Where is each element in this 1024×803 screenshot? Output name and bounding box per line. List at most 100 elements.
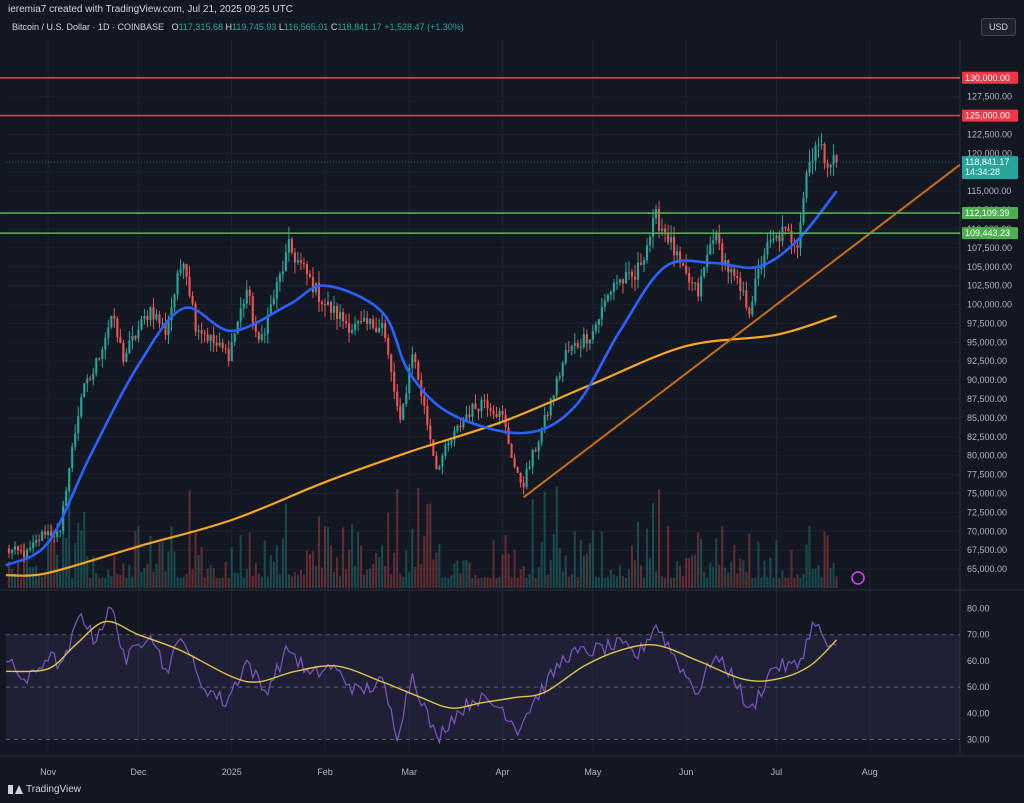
volume-bar — [215, 577, 218, 588]
candle-body — [630, 271, 634, 277]
volume-bar — [784, 577, 787, 588]
volume-bar — [763, 560, 766, 588]
volume-bar — [248, 532, 251, 588]
candle-body — [384, 322, 387, 339]
candle-body — [645, 245, 649, 261]
volume-bar — [38, 574, 41, 588]
candle-body — [137, 329, 140, 339]
volume-bar — [498, 576, 501, 588]
volume-bar — [636, 522, 640, 588]
volume-bar — [459, 573, 462, 588]
volume-bar — [351, 524, 354, 588]
time-tick-label: Jun — [679, 767, 694, 777]
volume-bar — [206, 568, 209, 588]
volume-bar — [89, 577, 92, 588]
volume-bar — [549, 559, 552, 588]
candle-body — [697, 282, 700, 297]
candle-body — [570, 345, 573, 351]
volume-bar — [817, 565, 820, 588]
candle-body — [257, 331, 260, 340]
volume-bar — [29, 567, 32, 588]
volume-bar — [627, 569, 631, 588]
candle-body — [357, 321, 360, 324]
candle-body — [191, 295, 194, 304]
candle-body — [107, 327, 110, 338]
volume-bar — [104, 577, 107, 588]
volume-bar — [721, 526, 724, 588]
volume-bar — [823, 531, 826, 588]
candle-body — [522, 482, 525, 488]
volume-bar — [95, 572, 98, 588]
price-tick-label: 72,500.00 — [967, 507, 1007, 517]
candle-body — [74, 433, 77, 447]
volume-bar — [531, 499, 534, 588]
support-level-label: 109,443.23 — [965, 228, 1010, 238]
volume-bar — [573, 531, 576, 588]
candle-body — [7, 548, 11, 553]
volume-bar — [489, 577, 492, 588]
volume-bar — [567, 576, 570, 588]
tradingview-logo[interactable]: TradingView — [8, 784, 81, 795]
volume-bar — [260, 576, 263, 588]
candle-body — [320, 301, 324, 304]
candle-body — [658, 208, 661, 231]
volume-bar — [486, 577, 489, 588]
candle-body — [19, 550, 23, 552]
candle-body — [766, 242, 769, 255]
volume-bar — [317, 516, 321, 588]
volume-bar — [233, 572, 236, 588]
candle-body — [242, 303, 245, 309]
volume-bar — [820, 576, 823, 588]
volume-bar — [600, 531, 603, 588]
volume-bar — [305, 550, 308, 588]
volume-bar — [534, 577, 537, 588]
candle-body — [293, 252, 296, 263]
candle-body — [65, 490, 68, 507]
volume-bar — [435, 552, 438, 588]
volume-bar — [375, 553, 378, 588]
volume-bar — [360, 545, 363, 588]
volume-bar — [742, 560, 745, 588]
volume-bar — [245, 568, 248, 588]
volume-bar — [212, 567, 215, 588]
candle-body — [68, 468, 71, 491]
volume-bar — [278, 574, 281, 588]
resistance-level-label: 130,000.00 — [965, 73, 1010, 83]
candle-body — [35, 539, 38, 543]
volume-bar — [420, 564, 423, 588]
price-tick-label: 105,000.00 — [967, 262, 1012, 272]
volume-bar — [724, 567, 727, 588]
volume-bar — [754, 577, 757, 588]
volume-bar — [658, 489, 661, 588]
volume-bar — [594, 576, 597, 588]
chart-canvas[interactable]: 65,000.00 67,500.00 70,000.00 72,500.00 75,0… — [0, 0, 1024, 803]
candle-body — [594, 324, 597, 332]
candle-body — [149, 306, 152, 321]
candle-body — [146, 315, 149, 321]
candle-body — [176, 272, 179, 295]
rsi-tick-label: 50.00 — [967, 682, 990, 692]
candle-body — [585, 334, 588, 344]
volume-bar — [143, 568, 146, 588]
candle-body — [161, 323, 164, 325]
volume-bar — [338, 576, 342, 588]
volume-bar — [603, 577, 606, 588]
volume-bar — [751, 577, 754, 588]
candle-body — [369, 319, 372, 324]
candle-body — [736, 276, 739, 278]
volume-bar — [582, 555, 585, 588]
currency-button[interactable]: USD — [980, 18, 1016, 36]
volume-bar — [522, 565, 525, 588]
candle-body — [212, 334, 215, 344]
candle-body — [143, 315, 146, 320]
volume-bar — [275, 545, 278, 588]
volume-bar — [778, 577, 781, 588]
candle-body — [709, 243, 712, 255]
candle-body — [688, 273, 691, 283]
volume-bar — [495, 577, 498, 588]
candle-body — [26, 549, 29, 558]
candle-body — [471, 403, 474, 417]
volume-bar — [739, 558, 742, 588]
candle-body — [104, 337, 107, 350]
volume-bar — [615, 576, 618, 588]
